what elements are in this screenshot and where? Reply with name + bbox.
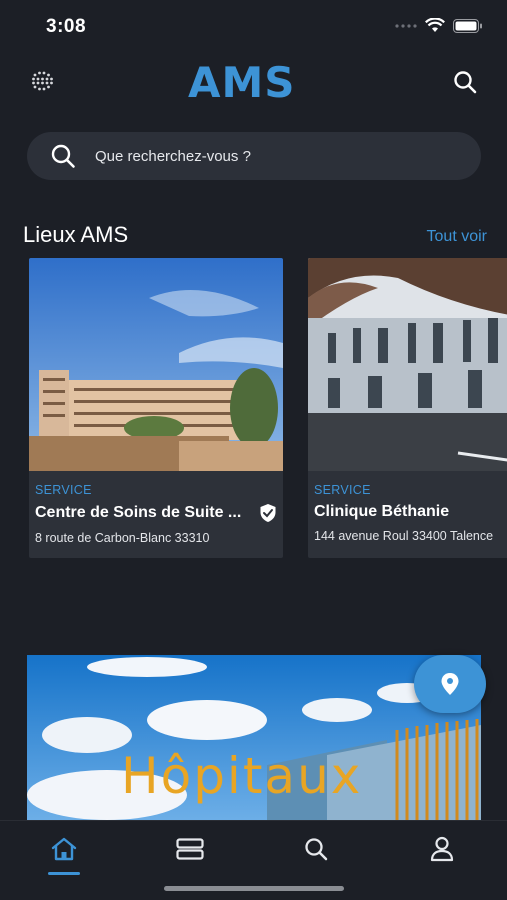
card-type: SERVICE (35, 483, 92, 497)
card-title: Centre de Soins de Suite ... (35, 504, 242, 521)
status-bar: 3:08 (0, 0, 507, 54)
verified-shield-icon (260, 504, 276, 522)
card-type: SERVICE (314, 483, 371, 497)
search-icon[interactable] (451, 68, 479, 96)
signal-dots-icon (395, 23, 417, 28)
place-photo (308, 258, 507, 471)
search-input[interactable]: Que recherchez-vous ? (27, 132, 481, 180)
map-button[interactable] (414, 655, 486, 713)
place-card[interactable]: SERVICE Centre de Soins de Suite ... 8 r… (29, 258, 283, 558)
card-address: 144 avenue Roul 33400 Talence (314, 529, 494, 543)
battery-icon (453, 18, 482, 33)
status-icons (395, 18, 483, 33)
list-icon (176, 838, 204, 860)
search-icon (51, 144, 75, 168)
place-card[interactable]: SERVICE Clinique Béthanie 144 avenue Rou… (308, 258, 507, 558)
status-time: 3:08 (46, 16, 87, 37)
see-all-link[interactable]: Tout voir (427, 228, 487, 246)
active-tab-indicator (48, 872, 80, 875)
banner-title: Hôpitaux (121, 747, 363, 805)
section-title: Lieux AMS (23, 222, 129, 247)
tab-list[interactable] (168, 829, 212, 869)
menu-grid-icon[interactable] (30, 68, 56, 94)
home-indicator (164, 886, 344, 891)
user-icon (430, 836, 454, 862)
tab-home[interactable] (42, 829, 86, 875)
search-placeholder: Que recherchez-vous ? (95, 147, 251, 165)
card-title: Clinique Béthanie (314, 503, 450, 520)
tab-search[interactable] (294, 829, 338, 869)
section-header: Lieux AMS Tout voir (0, 222, 507, 252)
app-header: AMS (0, 58, 507, 107)
hospitals-banner[interactable]: Hôpitaux (27, 655, 481, 825)
ams-logo: AMS (188, 58, 296, 107)
card-address: 8 route de Carbon-Blanc 33310 (35, 531, 210, 545)
place-photo (29, 258, 283, 471)
home-icon (51, 837, 77, 861)
location-pin-icon (441, 673, 459, 695)
wifi-icon (425, 18, 445, 32)
search-icon (305, 838, 328, 861)
tab-profile[interactable] (420, 829, 464, 869)
